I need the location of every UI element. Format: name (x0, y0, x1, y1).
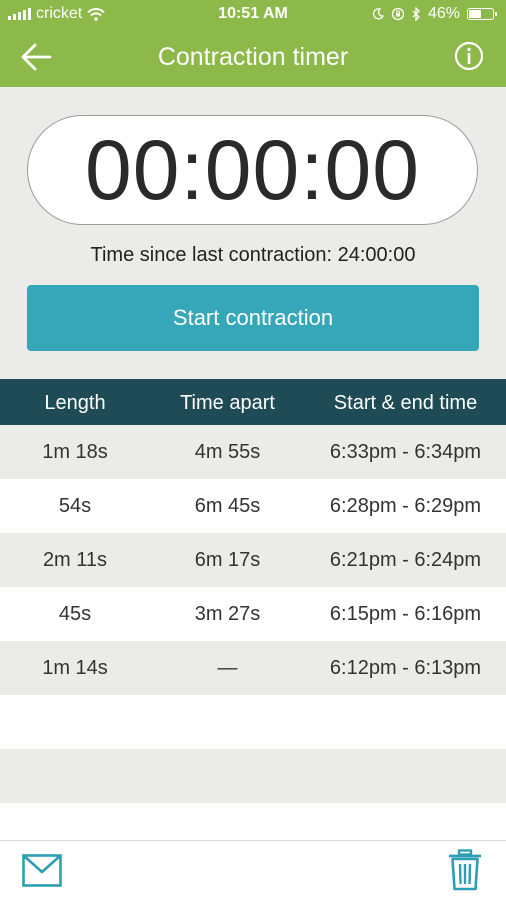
status-right-group: 46% (372, 5, 497, 23)
cell-length: 1m 18s (42, 441, 108, 463)
cell-start-end-time: 6:21pm - 6:24pm (329, 549, 482, 571)
table-header: Length Time apart Start & end time (0, 379, 506, 425)
empty-row (0, 695, 506, 749)
nav-bar: Contraction timer (0, 28, 506, 87)
timer-display: 00:00:00 (27, 115, 478, 225)
column-header-length: Length (44, 392, 106, 414)
mail-icon[interactable] (22, 854, 62, 887)
bluetooth-icon (412, 7, 420, 21)
cell-length: 2m 11s (42, 549, 108, 571)
cell-time-apart: 3m 27s (194, 603, 261, 625)
table-row[interactable]: 54s 6m 45s 6:28pm - 6:29pm (0, 479, 506, 533)
battery-fill (469, 10, 481, 18)
cell-start-end-time: 6:15pm - 6:16pm (329, 603, 482, 625)
timer-section: 00:00:00 Time since last contraction: 24… (0, 87, 506, 379)
battery-icon (467, 8, 497, 20)
cell-length: 1m 14s (42, 657, 108, 679)
cell-time-apart: — (217, 657, 238, 679)
cell-length: 54s (58, 495, 92, 517)
moon-icon (372, 8, 384, 20)
cell-time-apart: 6m 45s (194, 495, 261, 517)
table-row[interactable]: 2m 11s 6m 17s 6:21pm - 6:24pm (0, 533, 506, 587)
cell-time-apart: 4m 55s (194, 441, 261, 463)
table-row[interactable]: 45s 3m 27s 6:15pm - 6:16pm (0, 587, 506, 641)
table-row[interactable]: 1m 14s — 6:12pm - 6:13pm (0, 641, 506, 695)
empty-row (0, 803, 506, 840)
cell-time-apart: 6m 17s (194, 549, 261, 571)
orientation-lock-icon (391, 7, 405, 21)
info-icon[interactable] (454, 41, 484, 71)
time-since-last-contraction: Time since last contraction: 24:00:00 (90, 244, 416, 266)
start-contraction-button[interactable]: Start contraction (27, 285, 479, 351)
status-bar: cricket 10:51 AM 46% (0, 0, 506, 28)
cell-start-end-time: 6:28pm - 6:29pm (329, 495, 482, 517)
cell-length: 45s (58, 603, 92, 625)
trash-icon[interactable] (448, 849, 482, 891)
contraction-list: 1m 18s 4m 55s 6:33pm - 6:34pm 54s 6m 45s… (0, 425, 506, 840)
cell-start-end-time: 6:33pm - 6:34pm (329, 441, 482, 463)
column-header-start-end-time: Start & end time (333, 392, 478, 414)
empty-row (0, 749, 506, 803)
column-header-time-apart: Time apart (180, 392, 275, 414)
battery-percent: 46% (427, 5, 460, 22)
page-title: Contraction timer (157, 43, 349, 71)
app-header: cricket 10:51 AM 46% Contraction timer (0, 0, 506, 87)
table-row[interactable]: 1m 18s 4m 55s 6:33pm - 6:34pm (0, 425, 506, 479)
bottom-toolbar (0, 840, 506, 901)
cell-start-end-time: 6:12pm - 6:13pm (329, 657, 482, 679)
